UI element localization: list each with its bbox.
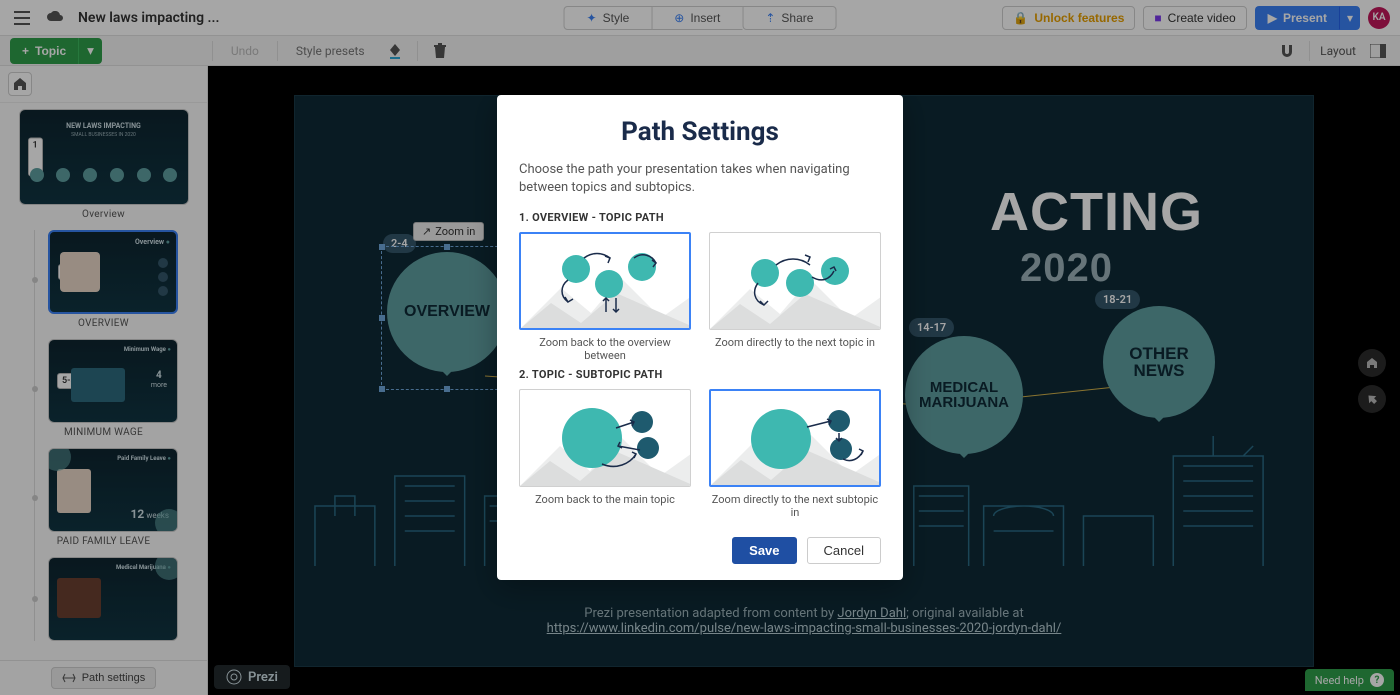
section-1-label: 1. OVERVIEW - TOPIC PATH [519,211,881,224]
option-caption: Zoom back to the main topic [519,493,691,506]
option-subtopic-zoom-back[interactable] [519,389,691,487]
option-overview-zoom-direct[interactable] [709,232,881,330]
save-button[interactable]: Save [732,537,796,564]
modal-overlay[interactable]: Path Settings Choose the path your prese… [0,0,1400,695]
option-caption: Zoom directly to the next subtopic in [709,493,881,519]
option-caption: Zoom back to the overview between [519,336,691,362]
modal-description: Choose the path your presentation takes … [519,161,881,197]
section-2-label: 2. TOPIC - SUBTOPIC PATH [519,368,881,381]
modal-title: Path Settings [519,117,881,147]
cancel-button[interactable]: Cancel [807,537,881,564]
path-settings-modal: Path Settings Choose the path your prese… [497,95,903,580]
option-subtopic-zoom-direct[interactable] [709,389,881,487]
option-overview-zoom-back[interactable] [519,232,691,330]
option-caption: Zoom directly to the next topic in [709,336,881,349]
